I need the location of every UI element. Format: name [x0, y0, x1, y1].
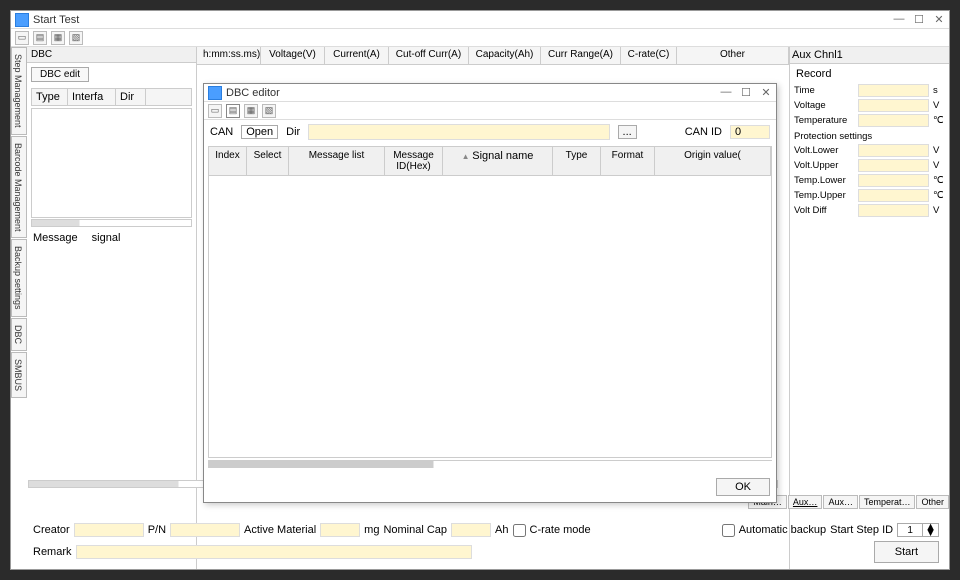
- aux-temp-lbl: Temperature: [794, 115, 854, 126]
- auto-backup-checkbox[interactable]: [722, 524, 735, 537]
- col-capacity: Capacity(Ah): [469, 47, 541, 64]
- dbc-signal-label[interactable]: signal: [92, 232, 121, 244]
- app-icon: [15, 13, 29, 27]
- ed-close[interactable]: ✕: [760, 86, 772, 99]
- tab-backup-settings[interactable]: Backup settings: [11, 239, 27, 317]
- save-icon[interactable]: ▦: [51, 31, 65, 45]
- col-time: h:mm:ss.ms): [197, 47, 261, 64]
- aux-record-label: Record: [796, 68, 943, 80]
- tab-barcode-management[interactable]: Barcode Management: [11, 136, 27, 239]
- copy-icon[interactable]: ▧: [69, 31, 83, 45]
- temp-upper-input[interactable]: [858, 189, 929, 202]
- new-icon[interactable]: ▭: [15, 31, 29, 45]
- dbc-table-body: [31, 108, 192, 218]
- tab-step-management[interactable]: Step Management: [11, 47, 27, 135]
- tab-dbc[interactable]: DBC: [11, 318, 27, 351]
- nominal-cap-input[interactable]: [451, 523, 491, 537]
- ed-maximize[interactable]: ☐: [740, 86, 752, 99]
- tab-smbus[interactable]: SMBUS: [11, 352, 27, 398]
- dbc-message-label[interactable]: Message: [33, 232, 78, 244]
- col-current: Current(A): [325, 47, 389, 64]
- aux-protection-label: Protection settings: [794, 131, 945, 142]
- ed-ok-button[interactable]: OK: [716, 478, 770, 496]
- start-step-id-spinner[interactable]: ▲▼: [897, 523, 939, 537]
- volt-upper-input[interactable]: [858, 159, 929, 172]
- dbc-col-dir: Dir: [116, 89, 146, 105]
- col-range: Curr Range(A): [541, 47, 621, 64]
- aux-header: Aux Chnl1: [790, 47, 949, 64]
- creator-input[interactable]: [74, 523, 144, 537]
- dbc-panel-header: DBC: [27, 47, 196, 63]
- ed-dir-lbl: Dir: [286, 126, 300, 138]
- ed-open-icon[interactable]: ▤: [226, 104, 240, 118]
- ed-new-icon[interactable]: ▭: [208, 104, 222, 118]
- window-title: Start Test: [33, 14, 893, 26]
- close-button[interactable]: ✕: [933, 13, 945, 26]
- ed-copy-icon[interactable]: ▧: [262, 104, 276, 118]
- col-cutoff: Cut-off Curr(A): [389, 47, 469, 64]
- ed-open-tooltip: Open: [241, 125, 278, 139]
- col-voltage: Voltage(V): [261, 47, 325, 64]
- col-crate: C-rate(C): [621, 47, 677, 64]
- volt-diff-input[interactable]: [858, 204, 929, 217]
- aux-time-input[interactable]: [858, 84, 929, 97]
- ed-hscroll[interactable]: [208, 460, 772, 468]
- open-icon[interactable]: ▤: [33, 31, 47, 45]
- volt-lower-input[interactable]: [858, 144, 929, 157]
- start-button[interactable]: Start: [874, 541, 939, 563]
- ed-dir-input[interactable]: [308, 124, 609, 140]
- ed-browse-button[interactable]: ...: [618, 125, 637, 139]
- ed-canid-input[interactable]: 0: [730, 125, 770, 139]
- btab-aux1[interactable]: Aux…: [788, 495, 823, 509]
- aux-time-lbl: Time: [794, 85, 854, 96]
- active-material-input[interactable]: [320, 523, 360, 537]
- ed-table-body: [209, 176, 771, 457]
- btab-temperature[interactable]: Temperat…: [859, 495, 916, 509]
- dbc-hscroll[interactable]: [31, 219, 192, 227]
- aux-voltage-lbl: Voltage: [794, 100, 854, 111]
- ed-minimize[interactable]: —: [720, 86, 732, 99]
- dbc-editor-icon: [208, 86, 222, 100]
- crate-mode-checkbox[interactable]: [513, 524, 526, 537]
- dbc-col-interface: Interfa: [68, 89, 116, 105]
- ed-can-lbl: CAN: [210, 126, 233, 138]
- btab-other[interactable]: Other: [916, 495, 949, 509]
- minimize-button[interactable]: —: [893, 13, 905, 26]
- btab-aux2[interactable]: Aux…: [823, 495, 858, 509]
- remark-input[interactable]: [76, 545, 472, 559]
- temp-lower-input[interactable]: [858, 174, 929, 187]
- pn-input[interactable]: [170, 523, 240, 537]
- dbc-edit-button[interactable]: DBC edit: [31, 67, 89, 82]
- ed-save-icon[interactable]: ▦: [244, 104, 258, 118]
- col-other: Other: [677, 47, 789, 64]
- dbc-col-type: Type: [32, 89, 68, 105]
- ed-canid-lbl: CAN ID: [685, 126, 722, 138]
- dbc-editor-title: DBC editor: [226, 87, 720, 99]
- aux-voltage-input[interactable]: [858, 99, 929, 112]
- aux-temp-input[interactable]: [858, 114, 929, 127]
- maximize-button[interactable]: ☐: [913, 13, 925, 26]
